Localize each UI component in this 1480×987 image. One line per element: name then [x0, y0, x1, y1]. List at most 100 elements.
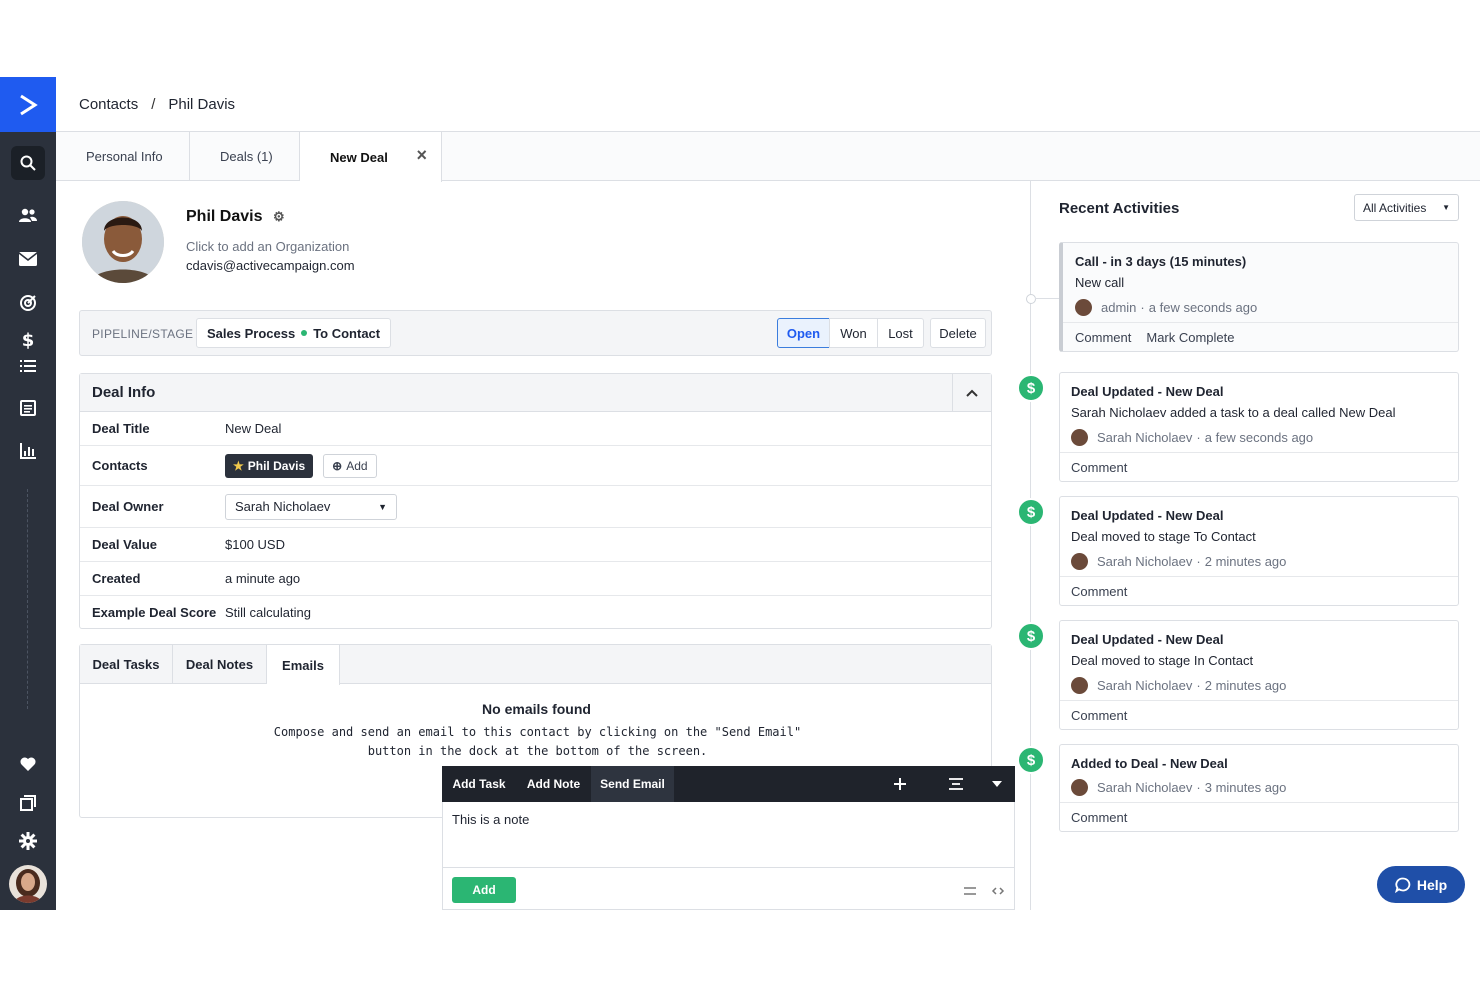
- open-button[interactable]: Open: [777, 318, 830, 348]
- activity-description: New call: [1075, 275, 1125, 290]
- deal-owner-select[interactable]: Sarah Nicholaev ▼: [225, 493, 397, 520]
- mark-complete-link[interactable]: Mark Complete: [1146, 330, 1234, 345]
- tab-deal-notes[interactable]: Deal Notes: [173, 645, 267, 684]
- chevron-down-icon: ▼: [1442, 203, 1450, 212]
- avatar: [1071, 779, 1088, 796]
- chevron-up-icon[interactable]: [952, 374, 991, 411]
- breadcrumb-current: Phil Davis: [168, 95, 236, 113]
- user-avatar[interactable]: [9, 865, 47, 903]
- swap-icon[interactable]: [963, 884, 977, 899]
- star-icon: ★: [233, 458, 244, 473]
- contact-name-text: Phil Davis: [186, 208, 263, 225]
- pipeline-stage-bar: PIPELINE/STAGE Sales Process To Contact …: [79, 310, 992, 356]
- activities-filter-label: All Activities: [1363, 200, 1427, 215]
- add-organization-link[interactable]: Click to add an Organization: [186, 239, 349, 254]
- automations-icon[interactable]: [0, 285, 56, 321]
- activity-user: Sarah Nicholaev: [1097, 430, 1193, 445]
- activity-user: admin: [1101, 300, 1137, 315]
- help-label: Help: [1416, 876, 1448, 893]
- contacts-icon[interactable]: [0, 197, 56, 233]
- pipeline-name: Sales Process: [207, 325, 296, 341]
- pages-icon[interactable]: [0, 785, 56, 821]
- dollar-icon: $: [1017, 622, 1045, 650]
- activity-actions: Comment: [1060, 576, 1458, 605]
- deal-title-value[interactable]: New Deal: [225, 421, 281, 436]
- activities-filter-dropdown[interactable]: All Activities ▼: [1354, 194, 1459, 221]
- field-label: Deal Value: [92, 537, 158, 552]
- activity-actions: Comment: [1060, 700, 1458, 729]
- dock-send-email[interactable]: Send Email: [591, 766, 674, 802]
- contact-chip[interactable]: ★ Phil Davis: [225, 453, 314, 478]
- list-icon[interactable]: [0, 348, 56, 384]
- comment-link[interactable]: Comment: [1071, 460, 1127, 475]
- comment-link[interactable]: Comment: [1071, 810, 1127, 825]
- breadcrumb-contacts-link[interactable]: Contacts: [79, 96, 138, 113]
- contacts-row: Contacts ★ Phil Davis ⊕ Add: [80, 446, 991, 486]
- activity-actions: Comment: [1060, 802, 1458, 831]
- help-button[interactable]: Help: [1377, 866, 1465, 903]
- activity-title: Deal Updated - New Deal: [1071, 632, 1224, 647]
- chevron-down-icon[interactable]: [979, 766, 1015, 802]
- deal-score-value: Still calculating: [225, 605, 311, 620]
- tab-deal-tasks[interactable]: Deal Tasks: [80, 645, 173, 684]
- deal-value[interactable]: $100 USD: [225, 537, 285, 552]
- add-note-button[interactable]: Add: [452, 877, 516, 903]
- dock-toolbar: Add Task Add Note Send Email: [442, 766, 1015, 802]
- activity-card: Call - in 3 days (15 minutes) New call a…: [1059, 242, 1459, 352]
- activity-title: Added to Deal - New Deal: [1071, 756, 1228, 771]
- search-icon[interactable]: [0, 145, 56, 181]
- contact-email[interactable]: cdavis@activecampaign.com: [186, 258, 355, 273]
- tab-deals[interactable]: Deals (1): [190, 132, 300, 181]
- activity-description: Deal moved to stage To Contact: [1071, 529, 1256, 544]
- lost-button[interactable]: Lost: [877, 318, 924, 348]
- plus-circle-icon: ⊕: [332, 458, 343, 473]
- breadcrumb-separator: /: [151, 95, 156, 113]
- deal-info-header: Deal Info: [80, 374, 991, 412]
- empty-state-text: Compose and send an email to this contac…: [273, 725, 802, 758]
- activity-meta: Sarah Nicholaev · 2 minutes ago: [1071, 553, 1286, 570]
- activity-description: Sarah Nicholaev added a task to a deal c…: [1071, 405, 1396, 420]
- reports-icon[interactable]: [0, 433, 56, 469]
- won-button[interactable]: Won: [829, 318, 878, 348]
- tab-new-deal[interactable]: New Deal ×: [300, 132, 442, 182]
- link-icon[interactable]: [991, 884, 1005, 899]
- deal-owner-row: Deal Owner Sarah Nicholaev ▼: [80, 486, 991, 528]
- pipeline-label: PIPELINE/STAGE: [92, 327, 194, 341]
- delete-button[interactable]: Delete: [930, 318, 986, 348]
- avatar: [1071, 553, 1088, 570]
- avatar: [1075, 299, 1092, 316]
- add-contact-button[interactable]: ⊕ Add: [323, 453, 377, 478]
- close-icon[interactable]: ×: [416, 145, 427, 166]
- gear-icon[interactable]: ⚙: [273, 209, 285, 224]
- activity-meta: Sarah Nicholaev · 3 minutes ago: [1071, 779, 1286, 796]
- pipeline-stage-selector[interactable]: Sales Process To Contact: [196, 318, 392, 348]
- gear-icon[interactable]: [0, 823, 56, 859]
- dock-add-note[interactable]: Add Note: [516, 766, 591, 802]
- recent-activities-title: Recent Activities: [1059, 200, 1180, 217]
- activity-actions: Comment Mark Complete: [1063, 322, 1458, 351]
- tab-label: Personal Info: [86, 149, 163, 164]
- heart-icon[interactable]: [0, 746, 56, 782]
- deal-info-panel: Deal Info Deal Title New Deal Contacts ★…: [79, 373, 992, 629]
- logo-icon[interactable]: [0, 77, 56, 132]
- dollar-icon: $: [1017, 374, 1045, 402]
- tab-personal-info[interactable]: Personal Info: [56, 132, 190, 181]
- align-icon[interactable]: [938, 766, 974, 802]
- activity-user: Sarah Nicholaev: [1097, 554, 1193, 569]
- forms-icon[interactable]: [0, 390, 56, 426]
- sidebar: $: [0, 77, 56, 910]
- tab-emails[interactable]: Emails: [267, 645, 340, 685]
- activity-title: Deal Updated - New Deal: [1071, 508, 1224, 523]
- comment-link[interactable]: Comment: [1071, 708, 1127, 723]
- app-window: $ Contacts / Phil Davis Personal Info De…: [0, 77, 1480, 910]
- dock-add-task[interactable]: Add Task: [442, 766, 516, 802]
- mail-icon[interactable]: [0, 241, 56, 277]
- tab-label: Deals (1): [220, 149, 273, 164]
- tab-bar: Personal Info Deals (1) New Deal ×: [56, 132, 1480, 182]
- activity-title: Deal Updated - New Deal: [1071, 384, 1224, 399]
- plus-icon[interactable]: [882, 766, 918, 802]
- comment-link[interactable]: Comment: [1075, 330, 1131, 345]
- comment-link[interactable]: Comment: [1071, 584, 1127, 599]
- breadcrumb: Contacts / Phil Davis: [56, 77, 1480, 132]
- activity-user: Sarah Nicholaev: [1097, 678, 1193, 693]
